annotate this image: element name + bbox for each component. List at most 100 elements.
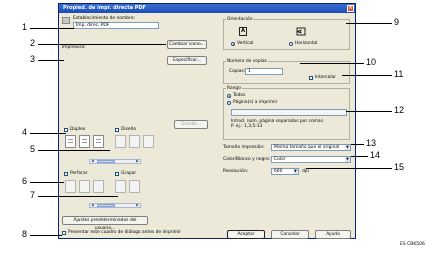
callout-line-13 [351, 144, 364, 145]
callout-9: 9 [394, 17, 400, 27]
punch-option-1 [65, 180, 76, 193]
callout-6: 6 [22, 176, 28, 186]
range-all-radio[interactable] [227, 94, 231, 98]
cancel-button[interactable]: Cancelar [271, 230, 309, 239]
callout-line-2 [38, 44, 166, 45]
printer-label: Impresora: [62, 45, 86, 50]
chevron-down-icon: ▼ [345, 145, 350, 150]
callout-8: 8 [22, 229, 28, 239]
range-group-label: Rango [226, 86, 242, 91]
collate-label: Intercalar [315, 75, 337, 80]
color-mode-value: Color [274, 157, 286, 162]
show-dialog-checkbox[interactable] [62, 231, 66, 235]
punch-option-3 [93, 180, 104, 193]
range-pages-radio[interactable] [227, 101, 231, 105]
resolution-value: 600 [274, 169, 283, 174]
color-mode-label: Color/Blanco y negro: [223, 157, 271, 162]
punch-label: Perforar [70, 171, 88, 176]
punch-scrollbar[interactable]: ◀ ▶ [89, 203, 141, 208]
image-code: ES CBK506 [400, 242, 425, 247]
portrait-icon: A [239, 27, 247, 36]
paper-size-select[interactable]: Mismo tamaño que el original ▼ [271, 144, 351, 151]
callout-line-12 [346, 111, 392, 112]
duplex-option-1[interactable] [65, 135, 76, 148]
punch-option-2 [79, 180, 90, 193]
resolution-select[interactable]: 600 ▼ [271, 168, 299, 175]
callout-line-9 [346, 23, 392, 24]
staple-option-2 [129, 180, 140, 193]
callout-7: 7 [30, 190, 36, 200]
layout-option-3 [143, 135, 154, 148]
copies-input[interactable]: 1 [245, 68, 283, 75]
callout-line-15 [306, 168, 392, 169]
landscape-radio[interactable] [289, 42, 293, 46]
ok-button[interactable]: Aceptar [227, 230, 265, 239]
change-icon-button[interactable]: Cambiar icono... [167, 40, 207, 49]
callout-12: 12 [394, 105, 405, 115]
title-bar: Propied. de impr. directa PDF × [59, 4, 355, 13]
callout-13: 13 [366, 138, 377, 148]
layout-checkbox[interactable] [115, 128, 119, 132]
staple-option-1 [115, 180, 126, 193]
landscape-icon: A [296, 27, 306, 36]
scroll-thumb[interactable] [97, 204, 115, 207]
show-dialog-label: Presentar este cuadro de diálogo antes d… [68, 230, 182, 235]
duplex-option-3[interactable] [93, 135, 104, 148]
callout-11: 11 [394, 69, 404, 79]
specify-button[interactable]: Especificar... [167, 56, 207, 65]
collate-checkbox[interactable] [309, 76, 313, 80]
window-title: Propied. de impr. directa PDF [63, 5, 146, 11]
layout-option-1 [115, 135, 126, 148]
callout-line-6 [30, 182, 64, 183]
layout-label: Diseño [121, 127, 137, 132]
resolution-unit: dpi [302, 169, 309, 174]
paper-size-value: Mismo tamaño que el original [274, 145, 340, 150]
callout-10: 10 [366, 57, 377, 67]
callout-line-5 [38, 150, 110, 151]
close-icon[interactable]: × [347, 5, 354, 12]
callout-line-10 [300, 63, 364, 64]
range-hint-line2: P. ej.: 1,3,5-13 [231, 124, 263, 129]
callout-5: 5 [30, 144, 36, 154]
scroll-left-icon[interactable]: ◀ [90, 203, 95, 207]
copies-label: Copias: [229, 69, 246, 74]
printer-icon [62, 17, 70, 24]
preset-label: Establecimiento de nombre: [73, 16, 135, 21]
scroll-right-icon[interactable]: ▶ [135, 203, 140, 207]
pages-input [231, 109, 347, 116]
staple-checkbox[interactable] [115, 172, 119, 176]
punch-checkbox[interactable] [64, 172, 68, 176]
scroll-right-icon[interactable]: ▶ [135, 159, 140, 163]
scroll-left-icon[interactable]: ◀ [90, 159, 95, 163]
callout-line-8 [30, 235, 62, 236]
preset-name-field[interactable]: Imp. direc. PDF [73, 22, 159, 29]
duplex-checkbox[interactable] [64, 128, 68, 132]
portrait-label: Vertical [237, 41, 254, 46]
orientation-group-label: Orientación [226, 17, 254, 22]
color-mode-select[interactable]: Color ▼ [271, 156, 351, 163]
chevron-down-icon: ▼ [345, 157, 350, 162]
callout-line-14 [351, 156, 368, 157]
scroll-thumb[interactable] [97, 160, 115, 163]
chevron-down-icon: ▼ [293, 169, 298, 174]
duplex-label: Dúplex [70, 127, 86, 132]
range-pages-label: Página(s) a imprimir [233, 100, 278, 105]
details-button: Detalle... [174, 120, 208, 129]
staple-label: Grapar [121, 171, 137, 176]
print-properties-dialog: Propied. de impr. directa PDF × Establec… [58, 3, 356, 239]
duplex-option-2[interactable] [79, 135, 90, 148]
landscape-label: Horizontal [295, 41, 318, 46]
callout-line-7 [38, 196, 118, 197]
callout-line-3 [38, 60, 64, 61]
callout-line-4 [30, 133, 66, 134]
callout-15: 15 [394, 162, 405, 172]
help-button[interactable]: Ayuda [315, 230, 351, 239]
callout-line-1 [30, 28, 74, 29]
callout-4: 4 [22, 127, 28, 137]
duplex-scrollbar[interactable]: ◀ ▶ [89, 159, 141, 164]
resolution-label: Resolución: [223, 169, 249, 174]
portrait-radio[interactable] [231, 42, 235, 46]
layout-option-2 [129, 135, 140, 148]
callout-1: 1 [22, 22, 28, 32]
user-defaults-button[interactable]: Ajustes predeterminados del usuario... [62, 216, 148, 231]
